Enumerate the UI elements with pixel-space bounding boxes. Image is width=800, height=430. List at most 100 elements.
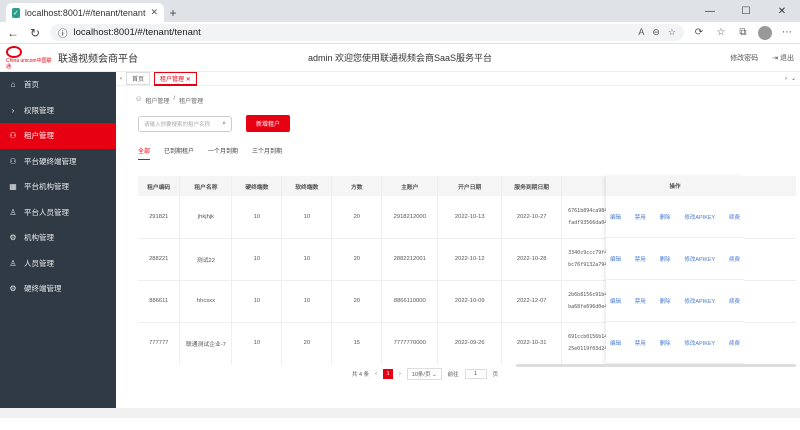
table-cell: 10 (231, 280, 283, 323)
disable-link[interactable]: 禁用 (635, 297, 646, 305)
browser-tab-strip: ✓ localhost:8001/#/tenant/tenant ✕ + — ☐… (0, 0, 800, 22)
avatar[interactable] (758, 25, 772, 40)
tab-all[interactable]: 全部 (138, 146, 151, 160)
page-size-select[interactable]: 10条/页 ⌄ (406, 368, 442, 380)
breadcrumb-root[interactable]: 租户管理 (145, 96, 169, 105)
home-icon: ⌂ (10, 80, 16, 90)
tag-home[interactable]: 首页 (126, 72, 151, 85)
sidebar: ⌂ 首页 › 权限管理 ⚇ 租户管理 ⚇ 平台硬终端管理 ▦ 平台机构管理 ♙ 平台人员管理… (0, 72, 116, 408)
app-title: 联通视频会商平台 (58, 54, 138, 65)
column-header[interactable]: 租户编码 (138, 176, 181, 196)
table-cell: 联通测试企业-7 (179, 322, 233, 364)
edit-link[interactable]: 编辑 (610, 255, 621, 263)
minimize-icon[interactable]: — (692, 0, 728, 22)
delete-link[interactable]: 删除 (660, 339, 671, 347)
column-header[interactable]: 主账户 (381, 176, 439, 196)
tags-menu-icon[interactable]: ⌄ (791, 75, 796, 82)
breadcrumb: ⚇ 租户管理 / 租户管理 (116, 86, 800, 105)
change-apikey-link[interactable]: 修改APIKEY (684, 255, 715, 263)
renew-link[interactable]: 续费 (729, 213, 740, 221)
refresh-icon[interactable]: ⟳ (692, 27, 706, 38)
disable-link[interactable]: 禁用 (635, 255, 646, 263)
goto-label: 前往 (447, 372, 459, 378)
sidebar-item-people[interactable]: ♙ 人员管理 (0, 251, 116, 277)
info-icon[interactable]: ⓘ (58, 26, 68, 40)
tab-one-month[interactable]: 一个月到期 (208, 146, 238, 160)
operations-row: 编辑 禁用 删除 修改APIKEY 续费 (606, 322, 744, 364)
delete-link[interactable]: 删除 (660, 297, 671, 305)
tab-three-months[interactable]: 三个月到期 (252, 146, 282, 160)
favicon-icon: ✓ (12, 7, 20, 18)
sidebar-item-home[interactable]: ⌂ 首页 (0, 72, 116, 98)
url-field[interactable]: ⓘ localhost:8001/#/tenant/tenant A ⊖ ☆ (50, 24, 684, 41)
close-tab-icon[interactable]: ✕ (150, 7, 158, 18)
table-scrollbar[interactable] (516, 364, 796, 367)
tab-expired[interactable]: 已到期租户 (164, 146, 194, 160)
users-icon: ⚇ (9, 131, 17, 141)
favorite-star-icon[interactable]: ☆ (668, 27, 676, 38)
sidebar-item-platform-people[interactable]: ♙ 平台人员管理 (0, 200, 116, 226)
sidebar-item-label: 权限管理 (24, 105, 54, 115)
prev-page-icon[interactable]: ‹ (375, 371, 377, 377)
new-tab-icon[interactable]: + (164, 3, 182, 22)
table-cell: 2022-10-13 (437, 196, 503, 239)
column-header[interactable]: 租户名称 (179, 176, 233, 196)
more-icon[interactable]: ⋯ (780, 27, 794, 38)
building-icon: ▦ (9, 182, 17, 192)
read-aloud-icon[interactable]: A (638, 27, 644, 38)
column-header[interactable]: 硬终端数 (231, 176, 283, 196)
browser-tab[interactable]: ✓ localhost:8001/#/tenant/tenant ✕ (6, 3, 164, 22)
column-header[interactable]: 方数 (331, 176, 383, 196)
table-cell: 测试22 (179, 238, 233, 281)
change-password-link[interactable]: 修改密码 (730, 53, 758, 63)
bottom-scrollbar[interactable] (0, 408, 800, 418)
column-header[interactable]: 开户日期 (437, 176, 503, 196)
renew-link[interactable]: 续费 (729, 339, 740, 347)
pagination-total: 共 4 条 (352, 372, 370, 378)
refresh-icon[interactable]: ↻ (28, 26, 42, 40)
disable-link[interactable]: 禁用 (635, 339, 646, 347)
filter-tabs: 全部 已到期租户 一个月到期 三个月到期 (116, 132, 800, 160)
sidebar-item-platform-orgs[interactable]: ▦ 平台机构管理 (0, 174, 116, 200)
edit-link[interactable]: 编辑 (610, 339, 621, 347)
logout-link[interactable]: ⇥ 退出 (772, 53, 794, 63)
add-tenant-button[interactable]: 新增租户 (246, 115, 291, 132)
goto-page-input[interactable]: 1 (464, 369, 487, 379)
address-bar: ← ↻ ⓘ localhost:8001/#/tenant/tenant A ⊖… (0, 22, 800, 44)
delete-link[interactable]: 删除 (660, 255, 671, 263)
close-tag-icon[interactable]: ✕ (186, 77, 191, 83)
search-input[interactable]: 请输入你要搜索的租户名称 ⌕ (138, 115, 232, 132)
back-icon[interactable]: ← (6, 26, 20, 40)
table-cell: 10 (281, 280, 333, 323)
renew-link[interactable]: 续费 (729, 297, 740, 305)
delete-link[interactable]: 删除 (660, 213, 671, 221)
sidebar-item-tenants[interactable]: ⚇ 租户管理 (0, 123, 116, 149)
favorites-icon[interactable]: ☆ (714, 27, 728, 38)
sidebar-item-orgs[interactable]: ⚙ 机构管理 (0, 225, 116, 251)
disable-link[interactable]: 禁用 (635, 213, 646, 221)
edit-link[interactable]: 编辑 (610, 297, 621, 305)
sidebar-item-permissions[interactable]: › 权限管理 (0, 98, 116, 124)
sidebar-item-platform-terminals[interactable]: ⚇ 平台硬终端管理 (0, 149, 116, 175)
search-icon[interactable]: ⌕ (222, 120, 226, 128)
tags-scroll-right-icon[interactable]: › (785, 76, 787, 82)
page-number[interactable]: 1 (382, 369, 393, 379)
close-window-icon[interactable]: ✕ (764, 0, 800, 22)
operations-column: 操作 编辑 禁用 删除 修改APIKEY 续费 编辑 禁用 删除 修改APIKE… (606, 176, 744, 364)
column-header[interactable]: 服务到期日期 (501, 176, 563, 196)
collections-icon[interactable]: ⧉ (736, 27, 750, 38)
column-header[interactable]: 软终端数 (281, 176, 333, 196)
sidebar-item-hard-terminals[interactable]: ⚙ 硬终端管理 (0, 276, 116, 302)
edit-link[interactable]: 编辑 (610, 213, 621, 221)
change-apikey-link[interactable]: 修改APIKEY (684, 213, 715, 221)
maximize-icon[interactable]: ☐ (728, 0, 764, 22)
renew-link[interactable]: 续费 (729, 255, 740, 263)
zoom-icon[interactable]: ⊖ (652, 27, 660, 38)
change-apikey-link[interactable]: 修改APIKEY (684, 339, 715, 347)
sidebar-item-label: 人员管理 (24, 258, 54, 268)
users-icon: ⚇ (9, 156, 17, 166)
tags-scroll-left-icon[interactable]: ‹ (120, 76, 122, 82)
next-page-icon[interactable]: › (399, 371, 401, 377)
tag-tenants[interactable]: 租户管理 ✕ (154, 72, 197, 86)
change-apikey-link[interactable]: 修改APIKEY (684, 297, 715, 305)
